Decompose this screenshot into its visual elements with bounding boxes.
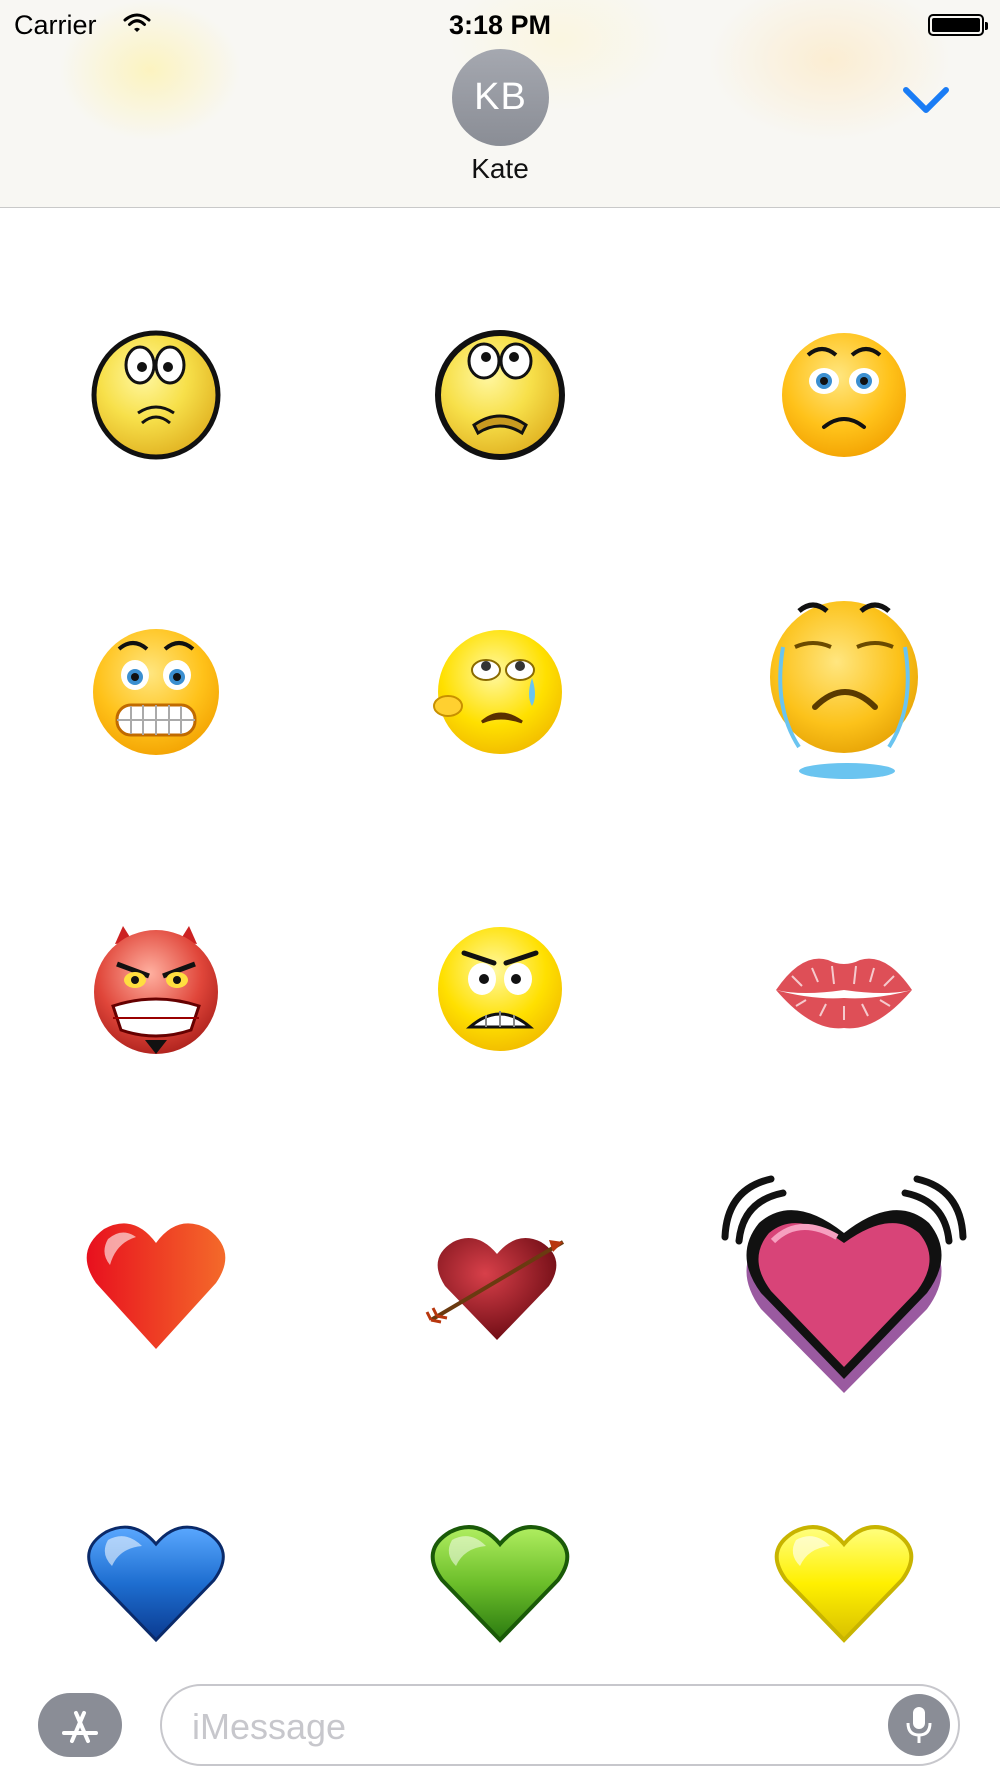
- avatar-initials: KB: [474, 76, 527, 118]
- conversation-header: Carrier 3:18 PM KB Kate: [0, 0, 1000, 208]
- sticker-vibrating-pink-heart[interactable]: [694, 1156, 994, 1416]
- sticker-fearful-face[interactable]: [350, 265, 650, 525]
- sticker-kiss-lips[interactable]: [694, 859, 994, 1119]
- app-store-button[interactable]: [38, 1693, 122, 1757]
- sticker-heart-with-arrow[interactable]: [350, 1156, 650, 1416]
- app-store-icon: [62, 1711, 98, 1743]
- sticker-red-heart[interactable]: [6, 1156, 306, 1416]
- chevron-down-icon[interactable]: [898, 80, 954, 120]
- sticker-grimacing-face[interactable]: [6, 562, 306, 822]
- sticker-devil-face[interactable]: [6, 859, 306, 1119]
- sticker-sobbing-face[interactable]: [694, 562, 994, 822]
- sticker-worried-face[interactable]: [6, 265, 306, 525]
- clock-label: 3:18 PM: [448, 10, 552, 40]
- microphone-icon[interactable]: [888, 1694, 950, 1756]
- contact-name[interactable]: Kate: [0, 153, 1000, 185]
- status-bar: Carrier 3:18 PM: [0, 0, 1000, 50]
- contact-avatar[interactable]: KB: [452, 49, 549, 146]
- imessage-input[interactable]: iMessage: [160, 1684, 960, 1766]
- imessage-placeholder: iMessage: [192, 1706, 347, 1747]
- battery-icon: [928, 14, 988, 36]
- composer-bar: iMessage: [0, 1668, 1000, 1778]
- sticker-sad-face[interactable]: [694, 265, 994, 525]
- sticker-angry-face[interactable]: [350, 859, 650, 1119]
- sticker-crying-face[interactable]: [350, 562, 650, 822]
